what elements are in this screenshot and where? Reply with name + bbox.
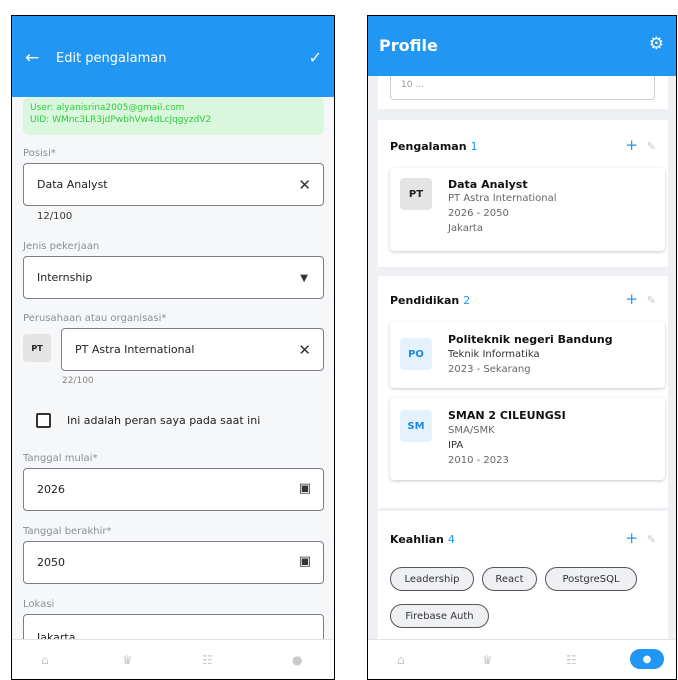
posisi-label: Posisi* [23, 148, 56, 159]
berakhir-value: 2050 [37, 556, 65, 569]
experience-period: 2026 - 2050 [448, 208, 509, 219]
experience-company: PT Astra International [448, 193, 557, 204]
mulai-field[interactable]: 2026 ▣ [23, 468, 324, 511]
education-line1: SMA/SMK [448, 425, 495, 436]
experience-badge: PT [400, 178, 432, 210]
people-icon[interactable]: ☷ [202, 653, 213, 667]
education-title: SMAN 2 CILEUNGSI [448, 409, 566, 422]
jenis-value: Internship [37, 271, 93, 284]
education-item[interactable]: PO Politeknik negeri Bandung Teknik Info… [390, 322, 665, 388]
current-role-checkbox[interactable] [36, 413, 51, 428]
education-title: Politeknik negeri Bandung [448, 333, 613, 346]
jenis-dropdown[interactable]: Internship ▼ [23, 256, 324, 299]
trophy-icon[interactable]: ♛ [122, 653, 133, 667]
jenis-label: Jenis pekerjaan [23, 241, 100, 252]
perusahaan-field[interactable]: PT Astra International ✕ [61, 328, 324, 371]
education-line1: Teknik Informatika [448, 349, 540, 360]
education-badge: SM [400, 410, 432, 442]
pendidikan-card: Pendidikan 2 + ✎ PO Politeknik negeri Ban… [378, 276, 668, 508]
skill-chip[interactable]: Firebase Auth [390, 604, 489, 628]
perusahaan-value: PT Astra International [75, 343, 195, 356]
skill-chip[interactable]: React [482, 567, 537, 591]
edit-experience-screen: ← Edit pengalaman ✓ User: alyanisrina200… [11, 15, 335, 680]
pengalaman-count: 1 [470, 140, 478, 153]
page-title: Profile [379, 36, 438, 55]
current-role-label: Ini adalah peran saya pada saat ini [67, 414, 261, 427]
education-line2: 2023 - Sekarang [448, 364, 531, 375]
about-card: 10 ... [378, 76, 668, 109]
bottom-nav: ⌂ ♛ ☷ ● [368, 639, 676, 679]
mulai-value: 2026 [37, 483, 65, 496]
user-email: User: alyanisrina2005@gmail.com [30, 103, 185, 113]
bottom-nav: ⌂ ♛ ☷ ● [12, 639, 334, 679]
experience-title: Data Analyst [448, 178, 528, 191]
pendidikan-count: 2 [463, 294, 471, 307]
page-title: Edit pengalaman [56, 51, 167, 66]
pencil-icon[interactable]: ✎ [647, 533, 656, 546]
user-info-box: User: alyanisrina2005@gmail.com UID: WMn… [23, 97, 324, 135]
mulai-label: Tanggal mulai* [23, 453, 98, 464]
perusahaan-label: Perusahaan atau organisasi* [23, 313, 167, 324]
plus-icon[interactable]: + [625, 290, 638, 308]
pencil-icon[interactable]: ✎ [647, 294, 656, 307]
profile-screen: Profile ⚙ 10 ... Pengalaman 1 + ✎ PT Data… [367, 15, 677, 680]
berakhir-label: Tanggal berakhir* [23, 526, 112, 537]
education-line3: 2010 - 2023 [448, 455, 509, 466]
plus-icon[interactable]: + [625, 136, 638, 154]
keahlian-title: Keahlian 4 [390, 533, 455, 546]
plus-icon[interactable]: + [625, 529, 638, 547]
person-icon[interactable]: ● [630, 649, 664, 669]
posisi-counter: 12/100 [37, 211, 73, 222]
education-badge: PO [400, 338, 432, 370]
home-icon[interactable]: ⌂ [397, 653, 405, 667]
experience-location: Jakarta [448, 223, 483, 234]
berakhir-field[interactable]: 2050 ▣ [23, 541, 324, 584]
pengalaman-title: Pengalaman 1 [390, 140, 478, 153]
education-item[interactable]: SM SMAN 2 CILEUNGSI SMA/SMK IPA 2010 - 2… [390, 398, 665, 480]
company-badge: PT [23, 334, 51, 362]
person-icon[interactable]: ● [292, 653, 302, 667]
posisi-field[interactable]: Data Analyst ✕ [23, 163, 324, 206]
pengalaman-card: Pengalaman 1 + ✎ PT Data Analyst PT Astra… [378, 120, 668, 267]
skill-chip[interactable]: PostgreSQL [545, 567, 637, 591]
posisi-value: Data Analyst [37, 178, 108, 191]
clear-icon[interactable]: ✕ [298, 341, 311, 359]
dropdown-icon[interactable]: ▼ [300, 273, 308, 284]
user-uid: UID: WMnc3LR3jdPwbhVw4dLcJqgyzdV2 [30, 115, 212, 125]
pendidikan-title: Pendidikan 2 [390, 294, 471, 307]
lokasi-label: Lokasi [23, 599, 55, 610]
app-bar: Profile ⚙ [368, 16, 676, 76]
perusahaan-counter: 22/100 [62, 376, 94, 386]
about-snippet: 10 ... [390, 76, 655, 100]
education-line2: IPA [448, 440, 464, 451]
keahlian-card: Keahlian 4 + ✎ Leadership React PostgreSQ… [378, 511, 668, 641]
gear-icon[interactable]: ⚙ [649, 34, 664, 54]
trophy-icon[interactable]: ♛ [482, 653, 493, 667]
people-icon[interactable]: ☷ [566, 653, 577, 667]
home-icon[interactable]: ⌂ [41, 653, 49, 667]
clear-icon[interactable]: ✕ [298, 176, 311, 194]
skill-chip[interactable]: Leadership [390, 567, 474, 591]
experience-item[interactable]: PT Data Analyst PT Astra International 2… [390, 168, 665, 251]
pencil-icon[interactable]: ✎ [647, 140, 656, 153]
calendar-icon[interactable]: ▣ [299, 554, 311, 569]
keahlian-count: 4 [447, 533, 455, 546]
back-arrow-icon[interactable]: ← [25, 48, 39, 68]
app-bar: ← Edit pengalaman ✓ [12, 16, 334, 97]
calendar-icon[interactable]: ▣ [299, 481, 311, 496]
check-icon[interactable]: ✓ [309, 48, 322, 67]
